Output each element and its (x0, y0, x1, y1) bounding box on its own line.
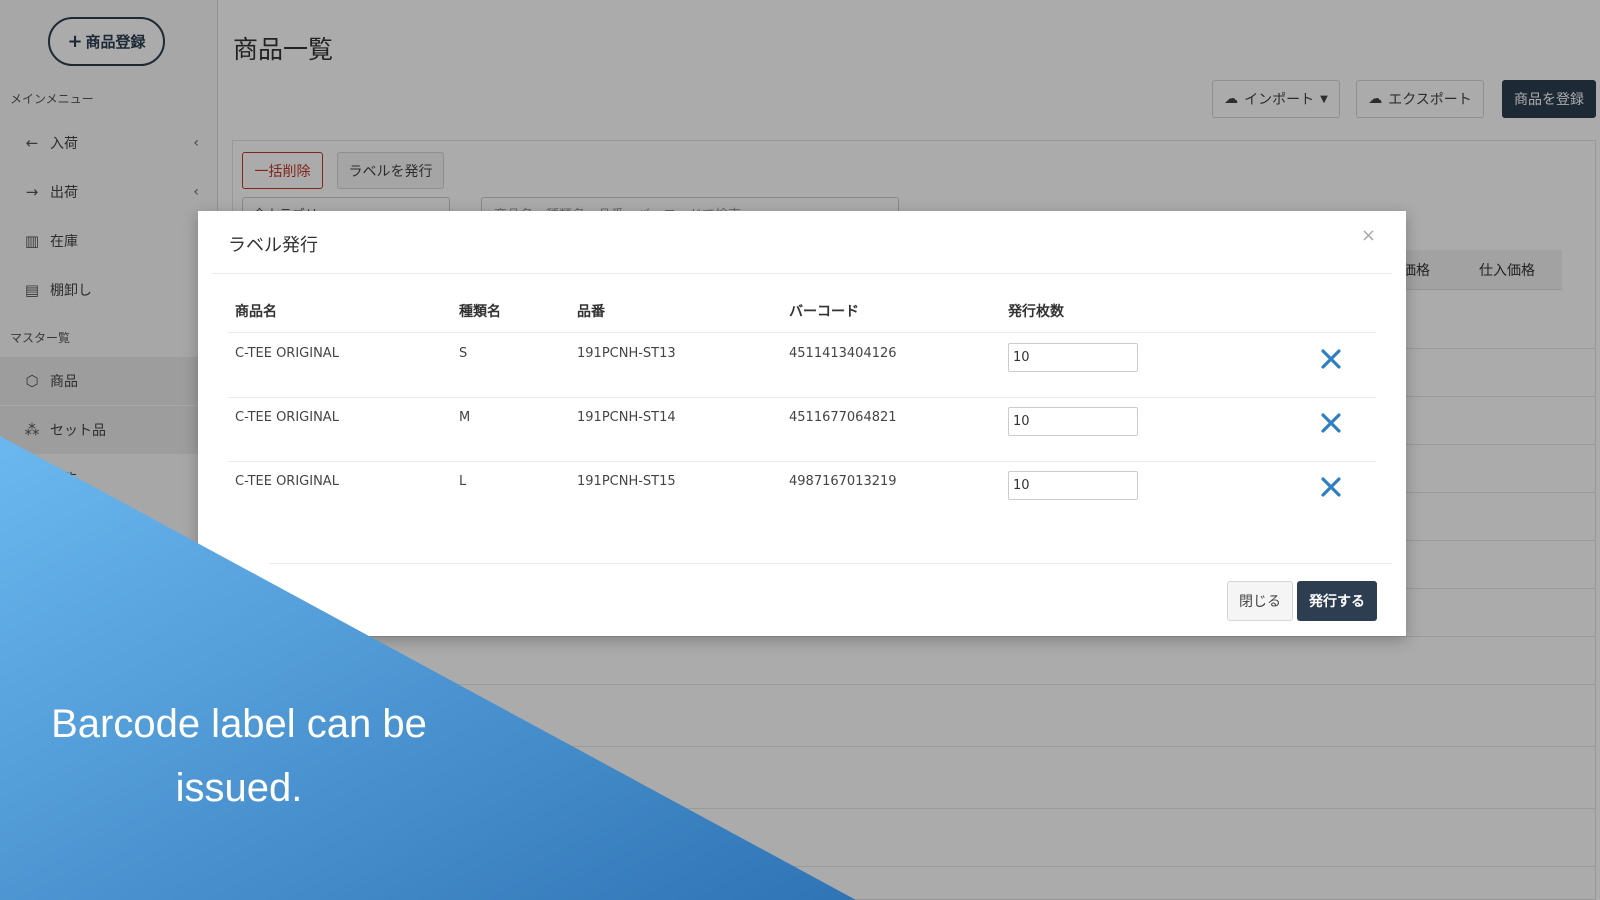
caption-line-2: issued. (175, 766, 303, 810)
close-button[interactable]: 閉じる (1227, 581, 1293, 621)
row-3-variant: L (459, 474, 467, 489)
row-3-quantity-input[interactable]: 10 (1008, 471, 1138, 500)
caption-line-1: Barcode label can be (51, 702, 427, 746)
row-2-sku: 191PCNH-ST14 (577, 410, 676, 425)
modal-footer-divider (270, 563, 1392, 564)
caption-text: Barcode label can be issued. (0, 692, 478, 820)
table-header-divider (228, 332, 1376, 333)
column-header-product-name: 商品名 (235, 304, 277, 320)
row-3-delete-x-icon[interactable] (1319, 475, 1343, 499)
row-2-variant: M (459, 410, 471, 425)
row-2-barcode: 4511677064821 (789, 410, 897, 425)
row-1-delete-x-icon[interactable] (1319, 347, 1343, 371)
row-1-variant: S (459, 346, 468, 361)
column-header-quantity: 発行枚数 (1008, 304, 1064, 320)
row-divider (228, 397, 1376, 398)
row-2-product-name: C-TEE ORIGINAL (235, 410, 339, 425)
modal-title: ラベル発行 (228, 235, 318, 256)
issue-button[interactable]: 発行する (1297, 581, 1377, 621)
row-2-delete-x-icon[interactable] (1319, 411, 1343, 435)
row-1-quantity-input[interactable]: 10 (1008, 343, 1138, 372)
close-icon[interactable]: × (1361, 225, 1376, 246)
row-3-barcode: 4987167013219 (789, 474, 897, 489)
row-2-quantity-input[interactable]: 10 (1008, 407, 1138, 436)
row-1-product-name: C-TEE ORIGINAL (235, 346, 339, 361)
modal-header-divider (212, 273, 1392, 274)
column-header-barcode: バーコード (789, 304, 859, 320)
label-issue-modal: ラベル発行 × 商品名 種類名 品番 バーコード 発行枚数 C-TEE ORIG… (198, 211, 1406, 636)
row-divider (228, 461, 1376, 462)
row-3-product-name: C-TEE ORIGINAL (235, 474, 339, 489)
row-1-sku: 191PCNH-ST13 (577, 346, 676, 361)
row-1-barcode: 4511413404126 (789, 346, 897, 361)
column-header-variant: 種類名 (459, 304, 501, 320)
column-header-sku: 品番 (577, 304, 605, 320)
row-3-sku: 191PCNH-ST15 (577, 474, 676, 489)
